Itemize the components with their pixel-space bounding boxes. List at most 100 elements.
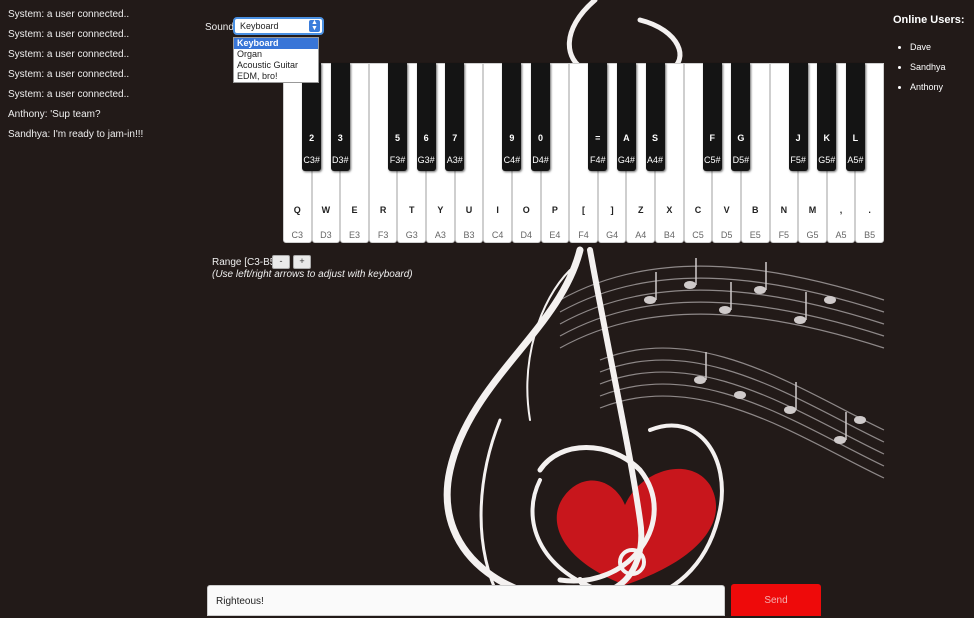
black-key-binding: 3 bbox=[337, 133, 343, 143]
black-key[interactable]: 0 D4# bbox=[531, 63, 551, 171]
white-key-note: F5 bbox=[778, 230, 790, 240]
range-decrease-button[interactable]: - bbox=[272, 255, 290, 269]
piano-keyboard: Q C3 W D3 E E3 R F3 T G3 Y A3 U B3 I C4 O D4 P E4[F4] G4 Z A4 X… bbox=[283, 63, 884, 243]
sound-option-acoustic-guitar[interactable]: Acoustic Guitar bbox=[234, 60, 318, 71]
black-key-binding: = bbox=[595, 133, 601, 143]
white-key-binding: W bbox=[321, 205, 331, 215]
black-key-binding: 6 bbox=[423, 133, 429, 143]
black-key-binding: A bbox=[623, 133, 630, 143]
black-key[interactable]: 6 G3# bbox=[416, 63, 436, 171]
black-key-note: G3# bbox=[417, 155, 435, 165]
chat-message: System: a user connected.. bbox=[8, 69, 130, 80]
black-key[interactable]: J F5# bbox=[788, 63, 808, 171]
sound-selected-value: Keyboard bbox=[240, 21, 279, 31]
range-label: Range [C3-B5] bbox=[212, 257, 279, 268]
white-key-note: E4 bbox=[549, 230, 561, 240]
white-key-note: A4 bbox=[635, 230, 647, 240]
black-key-binding: 5 bbox=[394, 133, 400, 143]
black-key-note: G4# bbox=[617, 155, 635, 165]
white-key-note: E3 bbox=[349, 230, 361, 240]
white-key-note: D5 bbox=[720, 230, 733, 240]
chat-message: System: a user connected.. bbox=[8, 89, 130, 100]
send-button[interactable]: Send bbox=[731, 584, 821, 616]
black-key[interactable]: G D5# bbox=[731, 63, 751, 171]
black-key[interactable]: L A5# bbox=[845, 63, 865, 171]
sound-option-keyboard[interactable]: Keyboard bbox=[234, 38, 318, 49]
black-key[interactable]: = F4# bbox=[588, 63, 608, 171]
white-key-note: B5 bbox=[864, 230, 876, 240]
black-key-note: C3# bbox=[303, 155, 320, 165]
black-key[interactable]: F C5# bbox=[702, 63, 722, 171]
white-key-binding: P bbox=[551, 205, 558, 215]
black-key[interactable]: A G4# bbox=[616, 63, 636, 171]
black-key-note: G5# bbox=[818, 155, 836, 165]
white-key-binding: V bbox=[723, 205, 730, 215]
white-key-note: B4 bbox=[663, 230, 675, 240]
white-key-binding: U bbox=[465, 205, 473, 215]
online-users-title: Online Users: bbox=[893, 14, 965, 26]
black-key-note: F4# bbox=[590, 155, 606, 165]
sound-select[interactable]: Keyboard ▲ ▼ bbox=[233, 17, 324, 35]
online-users-list: Dave Sandhya Anthony bbox=[893, 41, 974, 101]
sound-label: Sound bbox=[205, 22, 234, 33]
black-key-note: F5# bbox=[790, 155, 806, 165]
sound-options-list: Keyboard Organ Acoustic Guitar EDM, bro! bbox=[233, 37, 319, 83]
white-key-note: C5 bbox=[692, 230, 704, 240]
white-key-binding: B bbox=[751, 205, 759, 215]
black-key-note: A3# bbox=[446, 155, 463, 165]
black-key-note: C5# bbox=[704, 155, 721, 165]
black-key-note: D4# bbox=[532, 155, 549, 165]
online-user: Anthony bbox=[910, 81, 974, 101]
black-key-note: A5# bbox=[847, 155, 864, 165]
white-key-binding: . bbox=[868, 205, 871, 215]
white-key-note: G3 bbox=[405, 230, 418, 240]
black-key[interactable]: S A4# bbox=[645, 63, 665, 171]
white-key-binding: ] bbox=[610, 205, 614, 215]
chat-message: System: a user connected.. bbox=[8, 9, 130, 20]
white-key-note: G4 bbox=[606, 230, 619, 240]
black-key-note: D3# bbox=[331, 155, 349, 165]
black-key-note: D5# bbox=[732, 155, 750, 165]
range-increase-button[interactable]: + bbox=[293, 255, 311, 269]
sound-option-organ[interactable]: Organ bbox=[234, 49, 318, 60]
chat-message: System: a user connected.. bbox=[8, 29, 130, 40]
white-key-binding: Y bbox=[437, 205, 444, 215]
online-users-panel: Online Users: Dave Sandhya Anthony bbox=[893, 14, 974, 101]
white-key-binding: N bbox=[780, 205, 788, 215]
white-key-note: D4 bbox=[520, 230, 532, 240]
white-key-binding: X bbox=[666, 205, 673, 215]
white-key-binding: O bbox=[522, 205, 530, 215]
white-key-note: B3 bbox=[463, 230, 475, 240]
white-key-note: D3 bbox=[320, 230, 332, 240]
white-key-binding: R bbox=[379, 205, 387, 215]
white-key-binding: [ bbox=[581, 205, 585, 215]
chat-log: System: a user connected.. System: a use… bbox=[8, 5, 208, 145]
black-key-binding: 9 bbox=[509, 133, 515, 143]
white-key-note: F4 bbox=[578, 230, 589, 240]
black-key-binding: 2 bbox=[309, 133, 315, 143]
white-key-binding: T bbox=[409, 205, 415, 215]
black-key[interactable]: 5 F3# bbox=[387, 63, 407, 171]
black-key[interactable]: 7 A3# bbox=[445, 63, 465, 171]
black-key-binding: 7 bbox=[452, 133, 458, 143]
online-user: Sandhya bbox=[910, 61, 974, 81]
white-key-note: A5 bbox=[835, 230, 847, 240]
white-key-binding: C bbox=[694, 205, 702, 215]
white-key-note: A3 bbox=[434, 230, 446, 240]
chat-message: Sandhya: I'm ready to jam-in!!! bbox=[8, 129, 144, 140]
white-key-note: C3 bbox=[291, 230, 304, 240]
black-key-note: A4# bbox=[647, 155, 664, 165]
black-key[interactable]: K G5# bbox=[817, 63, 837, 171]
range-hint: (Use left/right arrows to adjust with ke… bbox=[212, 269, 413, 280]
sound-option-edm[interactable]: EDM, bro! bbox=[234, 71, 318, 82]
online-user: Dave bbox=[910, 41, 974, 61]
black-key-note: F3# bbox=[389, 155, 406, 165]
white-key-note: E5 bbox=[749, 230, 761, 240]
white-key-binding: Q bbox=[293, 205, 301, 215]
black-key-binding: K bbox=[823, 133, 831, 143]
black-key-binding: G bbox=[737, 133, 745, 143]
select-arrows-icon: ▲ ▼ bbox=[309, 19, 320, 32]
message-input[interactable]: Righteous! bbox=[207, 585, 725, 616]
black-key[interactable]: 9 C4# bbox=[502, 63, 522, 171]
black-key[interactable]: 3 D3# bbox=[330, 63, 350, 171]
